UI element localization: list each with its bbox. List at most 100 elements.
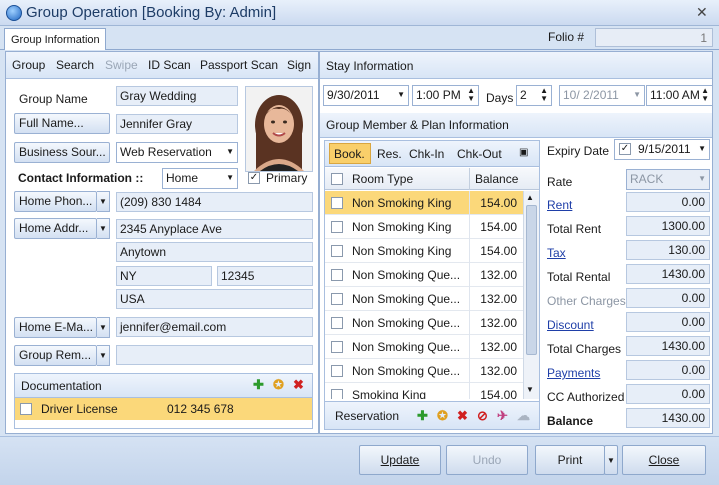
table-row[interactable]: Non Smoking Que... 132.00 bbox=[325, 287, 523, 311]
summary-value-tax: 130.00 bbox=[626, 240, 710, 260]
edit-star-icon[interactable]: ✪ bbox=[437, 408, 448, 424]
row-checkbox[interactable] bbox=[331, 221, 343, 233]
row-checkbox[interactable] bbox=[331, 365, 343, 377]
email-field[interactable]: jennifer@email.com bbox=[116, 317, 313, 337]
add-icon[interactable]: ✚ bbox=[253, 377, 264, 393]
documentation-row[interactable]: Driver License 012 345 678 bbox=[15, 398, 312, 420]
departure-time-spinner[interactable]: 11:00 AM ▲ ▼ bbox=[646, 85, 713, 106]
business-source-select[interactable]: Web Reservation ▼ bbox=[116, 142, 238, 163]
member-grid-scrollbar[interactable]: ▲ ▼ bbox=[523, 191, 539, 399]
summary-label-payments[interactable]: Payments bbox=[547, 366, 600, 380]
chevron-down-icon[interactable]: ▼ bbox=[97, 218, 110, 239]
toolbar-group[interactable]: Group bbox=[12, 58, 45, 72]
scrollbar-thumb[interactable] bbox=[526, 205, 537, 355]
row-checkbox[interactable] bbox=[331, 269, 343, 281]
documentation-header: Documentation bbox=[15, 374, 312, 398]
business-source-button[interactable]: Business Sour... bbox=[14, 142, 110, 163]
toolbar-search[interactable]: Search bbox=[56, 58, 94, 72]
country-field[interactable]: USA bbox=[116, 289, 313, 309]
contact-type-value: Home bbox=[166, 171, 199, 185]
primary-checkbox[interactable]: ✓ bbox=[248, 172, 260, 184]
city-field[interactable]: Anytown bbox=[116, 242, 313, 262]
expiry-checkbox[interactable]: ✓ bbox=[619, 143, 631, 155]
cancel-icon[interactable]: ⊘ bbox=[477, 408, 488, 424]
row-checkbox[interactable] bbox=[331, 197, 343, 209]
summary-value-other-charges: 0.00 bbox=[626, 288, 710, 308]
chevron-down-icon[interactable]: ▼ bbox=[97, 191, 110, 212]
departure-date-select: 10/ 2/2011 ▼ bbox=[559, 85, 645, 106]
select-all-checkbox[interactable] bbox=[331, 173, 343, 185]
full-name-field[interactable]: Jennifer Gray bbox=[116, 114, 238, 134]
scroll-up-icon[interactable]: ▲ bbox=[526, 193, 534, 202]
row-checkbox[interactable] bbox=[331, 389, 343, 399]
table-row[interactable]: Non Smoking Que... 132.00 bbox=[325, 335, 523, 359]
summary-label-cc-authorized: CC Authorized bbox=[547, 390, 625, 404]
toolbar-passport-scan[interactable]: Passport Scan bbox=[200, 58, 278, 72]
table-row[interactable]: Non Smoking King 154.00 bbox=[325, 239, 523, 263]
print-button[interactable]: Print bbox=[535, 445, 605, 475]
close-button-label: Close bbox=[648, 453, 680, 467]
toolbar-id-scan[interactable]: ID Scan bbox=[148, 58, 191, 72]
arrival-time-spinner[interactable]: 1:00 PM ▲ ▼ bbox=[412, 85, 479, 106]
tab-group-information[interactable]: Group Information bbox=[4, 28, 106, 50]
folio-field: 1 bbox=[595, 28, 713, 47]
phone-field[interactable]: (209) 830 1484 bbox=[116, 192, 313, 212]
app-icon bbox=[6, 5, 22, 21]
table-row[interactable]: Non Smoking Que... 132.00 bbox=[325, 359, 523, 383]
panel-menu-icon[interactable]: ▣ bbox=[519, 147, 528, 158]
table-row[interactable]: Non Smoking Que... 132.00 bbox=[325, 263, 523, 287]
chevron-down-icon[interactable]: ▼ bbox=[97, 345, 110, 366]
group-name-field[interactable]: Gray Wedding bbox=[116, 86, 238, 106]
arrival-date-select[interactable]: 9/30/2011 ▼ bbox=[323, 85, 409, 106]
chevron-down-icon: ▼ bbox=[397, 90, 405, 99]
tab-book[interactable]: Book. bbox=[329, 143, 371, 164]
cell-divider bbox=[469, 263, 470, 287]
delete-icon[interactable]: ✖ bbox=[293, 377, 304, 393]
column-balance[interactable]: Balance bbox=[475, 172, 518, 186]
tab-chk-in[interactable]: Chk-In bbox=[409, 147, 444, 161]
remarks-type-button[interactable]: Group Rem... bbox=[14, 345, 97, 366]
undo-button: Undo bbox=[446, 445, 528, 475]
days-spinner[interactable]: 2 ▲ ▼ bbox=[516, 85, 552, 106]
cell-divider bbox=[469, 383, 470, 399]
row-checkbox[interactable] bbox=[331, 293, 343, 305]
address-type-button[interactable]: Home Addr... bbox=[14, 218, 97, 239]
chevron-down-icon[interactable]: ▼ bbox=[97, 317, 110, 338]
table-row[interactable]: Non Smoking Que... 132.00 bbox=[325, 311, 523, 335]
email-type-button[interactable]: Home E-Ma... bbox=[14, 317, 97, 338]
row-checkbox[interactable] bbox=[331, 317, 343, 329]
row-checkbox[interactable] bbox=[331, 245, 343, 257]
column-room-type[interactable]: Room Type bbox=[352, 172, 413, 186]
checkin-icon[interactable]: ✈ bbox=[497, 408, 508, 424]
edit-star-icon[interactable]: ✪ bbox=[273, 377, 284, 393]
contact-type-select[interactable]: Home ▼ bbox=[162, 168, 238, 189]
summary-label-tax[interactable]: Tax bbox=[547, 246, 566, 260]
print-button-label: Print bbox=[557, 453, 583, 467]
tab-res[interactable]: Res. bbox=[377, 147, 402, 161]
table-row[interactable]: Non Smoking King 154.00 bbox=[325, 191, 523, 215]
toolbar-sign[interactable]: Sign bbox=[287, 58, 311, 72]
phone-type-button[interactable]: Home Phon... bbox=[14, 191, 97, 212]
full-name-button[interactable]: Full Name... bbox=[14, 113, 110, 134]
update-button[interactable]: Update bbox=[359, 445, 441, 475]
close-button[interactable]: Close bbox=[622, 445, 706, 475]
expiry-date-select[interactable]: ✓ 9/15/2011 ▼ bbox=[614, 139, 710, 160]
remarks-field[interactable] bbox=[116, 345, 313, 365]
print-dropdown-icon[interactable]: ▼ bbox=[604, 445, 618, 475]
table-row[interactable]: Smoking King 154.00 bbox=[325, 383, 523, 399]
scroll-down-icon[interactable]: ▼ bbox=[526, 385, 534, 394]
balance-cell: 154.00 bbox=[480, 388, 517, 399]
tab-chk-out[interactable]: Chk-Out bbox=[457, 147, 502, 161]
room-type-cell: Non Smoking Que... bbox=[352, 316, 461, 330]
documentation-row-checkbox[interactable] bbox=[20, 403, 32, 415]
address-line1-field[interactable]: 2345 Anyplace Ave bbox=[116, 219, 313, 239]
table-row[interactable]: Non Smoking King 154.00 bbox=[325, 215, 523, 239]
state-field[interactable]: NY bbox=[116, 266, 212, 286]
row-checkbox[interactable] bbox=[331, 341, 343, 353]
delete-icon[interactable]: ✖ bbox=[457, 408, 468, 424]
zip-field[interactable]: 12345 bbox=[217, 266, 313, 286]
summary-label-rent[interactable]: Rent bbox=[547, 198, 572, 212]
close-icon[interactable]: ✕ bbox=[696, 4, 708, 21]
summary-label-discount[interactable]: Discount bbox=[547, 318, 594, 332]
add-icon[interactable]: ✚ bbox=[417, 408, 428, 424]
